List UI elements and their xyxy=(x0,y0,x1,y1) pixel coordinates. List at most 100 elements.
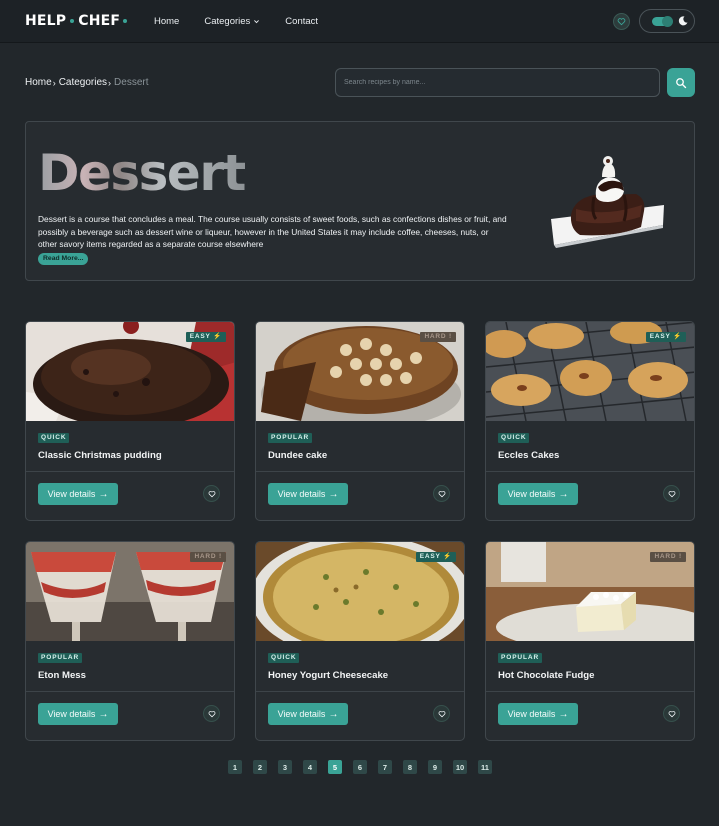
arrow-right-icon: → xyxy=(328,708,339,720)
brand-logo-part2: CHEF xyxy=(78,13,121,29)
page-button[interactable]: 6 xyxy=(353,760,367,774)
recipe-title[interactable]: Dundee cake xyxy=(268,450,327,461)
pagination: 1 2 3 4 5 6 7 8 9 10 11 xyxy=(228,760,503,774)
difficulty-label: EASY xyxy=(189,333,211,340)
page-button[interactable]: 4 xyxy=(303,760,317,774)
arrow-right-icon: → xyxy=(98,488,109,500)
recipe-card: EASY ⚡ QUICK Honey Yogurt Cheesecake Vie… xyxy=(255,541,465,741)
favorite-button[interactable] xyxy=(433,485,450,502)
view-details-label: View details xyxy=(507,489,556,499)
heart-icon xyxy=(438,490,445,497)
view-details-label: View details xyxy=(47,709,96,719)
breadcrumb-separator: › xyxy=(52,77,56,88)
page-button[interactable]: 10 xyxy=(453,760,467,774)
favorite-button[interactable] xyxy=(663,485,680,502)
dessert-image xyxy=(551,156,664,248)
difficulty-badge: HARD ! xyxy=(420,332,456,342)
recipe-title[interactable]: Eton Mess xyxy=(38,670,86,681)
card-divider xyxy=(256,471,464,472)
bolt-icon: ⚡ xyxy=(443,553,452,560)
heart-icon xyxy=(668,490,675,497)
breadcrumb-home[interactable]: Home xyxy=(25,77,52,88)
brand-logo-dot xyxy=(70,19,75,23)
page-button[interactable]: 2 xyxy=(253,760,267,774)
view-details-label: View details xyxy=(277,709,326,719)
brand-logo[interactable]: HELP CHEF xyxy=(25,13,128,29)
nav-home-label: Home xyxy=(154,16,180,27)
view-details-button[interactable]: View details → xyxy=(268,703,348,725)
favorite-button[interactable] xyxy=(203,705,220,722)
tag-badge: QUICK xyxy=(268,653,300,663)
category-hero: Dessert Dessert is a course that conclud… xyxy=(25,121,695,281)
search-input[interactable] xyxy=(336,69,659,96)
tag-badge: POPULAR xyxy=(268,433,313,443)
page-button[interactable]: 11 xyxy=(478,760,492,774)
breadcrumb-current: Dessert xyxy=(114,77,149,88)
moon-icon xyxy=(678,16,688,26)
nav-links: Home Categories Contact xyxy=(154,16,343,27)
view-details-label: View details xyxy=(277,489,326,499)
heart-icon xyxy=(438,710,445,717)
breadcrumb-categories[interactable]: Categories xyxy=(59,77,107,88)
nav-home-link[interactable]: Home xyxy=(154,16,179,27)
card-divider xyxy=(486,691,694,692)
view-details-button[interactable]: View details → xyxy=(38,703,118,725)
chevron-down-icon xyxy=(254,20,260,24)
arrow-right-icon: → xyxy=(558,488,569,500)
recipe-title[interactable]: Honey Yogurt Cheesecake xyxy=(268,670,388,681)
card-divider xyxy=(256,691,464,692)
recipe-card: EASY ⚡ QUICK Eccles Cakes View details → xyxy=(485,321,695,521)
card-divider xyxy=(26,691,234,692)
recipe-title[interactable]: Hot Chocolate Fudge xyxy=(498,670,594,681)
tag-badge: QUICK xyxy=(38,433,70,443)
read-more-button[interactable]: Read More... xyxy=(38,253,89,265)
bolt-icon: ⚡ xyxy=(673,333,682,340)
favorite-button[interactable] xyxy=(663,705,680,722)
tag-badge: POPULAR xyxy=(38,653,83,663)
navbar: HELP CHEF Home Categories Contact xyxy=(0,0,719,43)
breadcrumb-separator: › xyxy=(108,77,112,88)
page-button[interactable]: 9 xyxy=(428,760,442,774)
view-details-button[interactable]: View details → xyxy=(498,483,578,505)
recipe-card: HARD ! POPULAR Eton Mess View details → xyxy=(25,541,235,741)
favorite-button[interactable] xyxy=(203,485,220,502)
heart-icon xyxy=(208,490,215,497)
category-description: Dessert is a course that concludes a mea… xyxy=(38,214,507,250)
tag-badge: QUICK xyxy=(498,433,530,443)
theme-toggle[interactable] xyxy=(639,9,695,33)
view-details-button[interactable]: View details → xyxy=(38,483,118,505)
recipe-title[interactable]: Classic Christmas pudding xyxy=(38,450,162,461)
difficulty-badge: HARD ! xyxy=(190,552,226,562)
exclamation-icon: ! xyxy=(679,553,682,560)
search-button[interactable] xyxy=(667,68,695,97)
category-title: Dessert xyxy=(38,144,246,202)
recipe-title[interactable]: Eccles Cakes xyxy=(498,450,559,461)
page-button[interactable]: 1 xyxy=(228,760,242,774)
favorites-button[interactable] xyxy=(613,13,630,30)
search-box xyxy=(335,68,660,97)
nav-contact-link[interactable]: Contact xyxy=(285,16,318,27)
heart-icon xyxy=(617,18,626,26)
view-details-button[interactable]: View details → xyxy=(498,703,578,725)
difficulty-badge: EASY ⚡ xyxy=(645,332,686,342)
page-button[interactable]: 8 xyxy=(403,760,417,774)
view-details-label: View details xyxy=(47,489,96,499)
toggle-knob xyxy=(662,16,673,27)
difficulty-badge: EASY ⚡ xyxy=(415,552,456,562)
recipe-card: HARD ! POPULAR Dundee cake View details → xyxy=(255,321,465,521)
favorite-button[interactable] xyxy=(433,705,450,722)
heart-icon xyxy=(668,710,675,717)
difficulty-label: HARD xyxy=(194,553,217,560)
difficulty-badge: EASY ⚡ xyxy=(185,332,226,342)
view-details-button[interactable]: View details → xyxy=(268,483,348,505)
nav-categories-dropdown[interactable]: Categories xyxy=(204,16,260,27)
page-button[interactable]: 3 xyxy=(278,760,292,774)
nav-categories-label: Categories xyxy=(204,16,251,27)
page-button-current[interactable]: 5 xyxy=(328,760,342,774)
difficulty-label: HARD xyxy=(424,333,447,340)
view-details-label: View details xyxy=(507,709,556,719)
exclamation-icon: ! xyxy=(449,333,452,340)
search-icon xyxy=(676,77,687,88)
arrow-right-icon: → xyxy=(558,708,569,720)
page-button[interactable]: 7 xyxy=(378,760,392,774)
